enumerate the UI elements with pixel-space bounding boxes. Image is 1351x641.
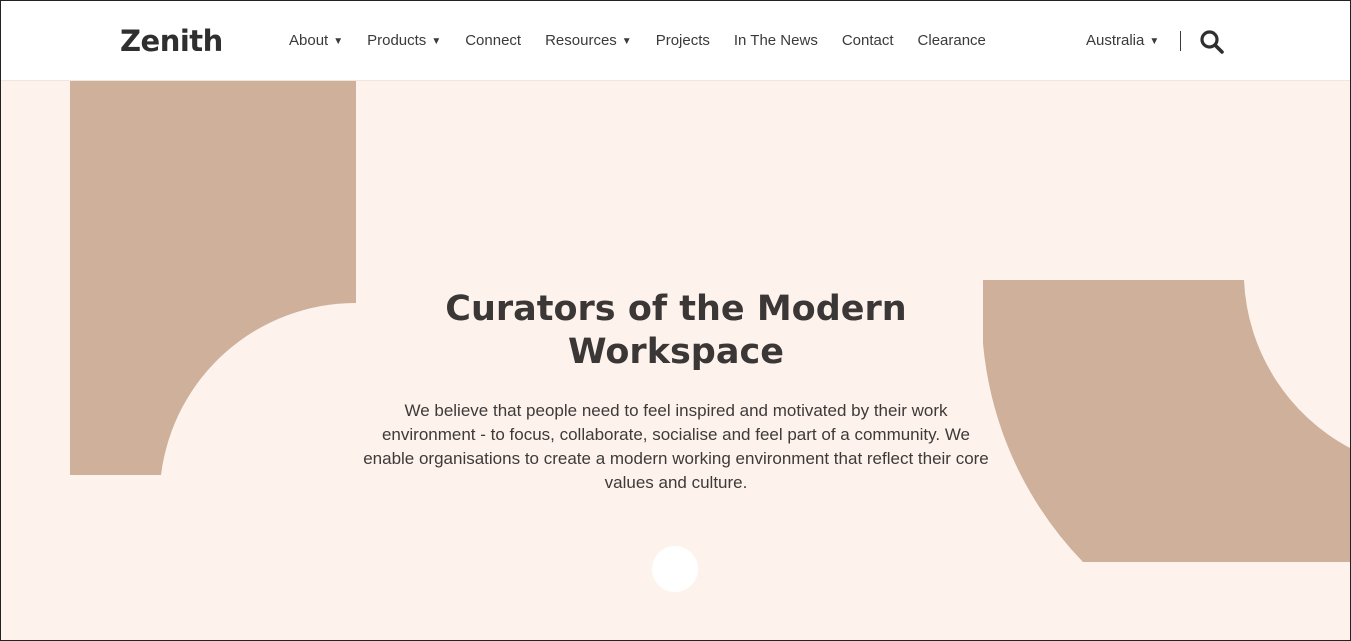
caret-down-icon: ▼ (1149, 35, 1160, 47)
nav-item-products[interactable]: Products ▼ (367, 32, 441, 49)
nav-item-contact[interactable]: Contact (842, 32, 894, 49)
region-selector[interactable]: Australia ▼ (1086, 1, 1159, 80)
site-header: Zenith About ▼ Products ▼ Connect Resour… (1, 1, 1350, 81)
nav-item-label: About (289, 32, 329, 49)
nav-item-about[interactable]: About ▼ (289, 32, 343, 49)
nav-item-projects[interactable]: Projects (656, 32, 710, 49)
nav-item-label: Resources (545, 32, 617, 49)
scroll-down-button[interactable] (652, 546, 698, 592)
site-logo[interactable]: Zenith (120, 23, 223, 59)
caret-down-icon: ▼ (431, 35, 442, 47)
header-divider (1180, 31, 1181, 51)
main-nav: About ▼ Products ▼ Connect Resources ▼ P… (289, 1, 1010, 80)
nav-item-label: Projects (655, 32, 710, 49)
caret-down-icon: ▼ (333, 35, 344, 47)
nav-item-resources[interactable]: Resources ▼ (545, 32, 632, 49)
page-frame: Zenith About ▼ Products ▼ Connect Resour… (0, 0, 1351, 641)
hero-title: Curators of the Modern Workspace (445, 289, 907, 372)
decorative-shape-left (70, 81, 356, 475)
nav-item-in-the-news[interactable]: In The News (734, 32, 818, 49)
nav-item-clearance[interactable]: Clearance (918, 32, 986, 49)
nav-item-label: In The News (733, 32, 818, 49)
nav-item-connect[interactable]: Connect (465, 32, 521, 49)
hero-description: We believe that people need to feel insp… (363, 401, 989, 492)
nav-item-label: Connect (465, 32, 522, 49)
nav-item-label: Products (367, 32, 427, 49)
decorative-shape-right (983, 280, 1350, 562)
caret-down-icon: ▼ (621, 35, 632, 47)
region-label: Australia (1086, 32, 1145, 49)
nav-item-label: Clearance (917, 32, 986, 49)
search-icon[interactable] (1199, 29, 1225, 55)
nav-item-label: Contact (841, 32, 894, 49)
